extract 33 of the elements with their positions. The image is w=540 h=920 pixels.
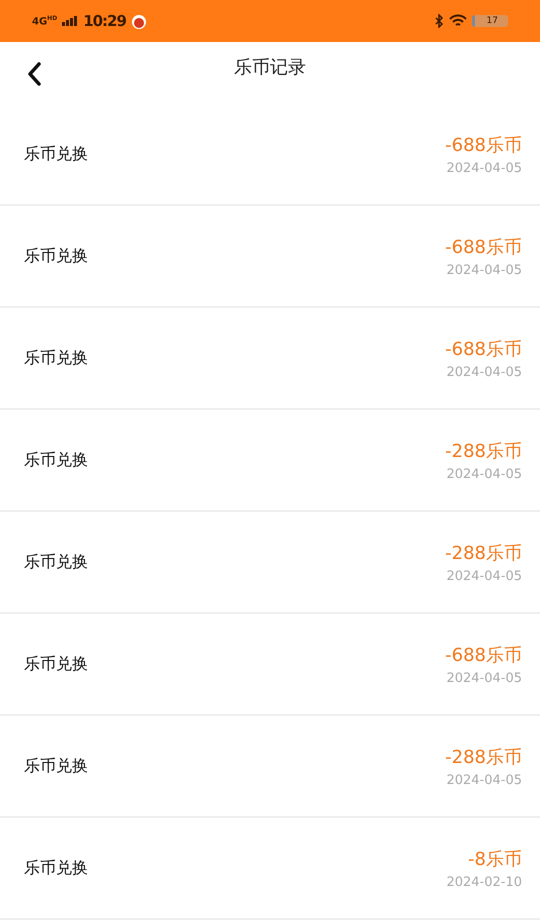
back-icon[interactable] [27,62,41,86]
record-date: 2024-04-05 [446,670,522,686]
record-label: 乐币兑换 [24,246,88,266]
record-date: 2024-04-05 [446,466,522,482]
record-amount: -688乐币 [445,236,522,258]
record-label: 乐币兑换 [24,450,88,470]
record-date: 2024-02-10 [446,874,522,890]
record-amount: -688乐币 [445,644,522,666]
record-amount: -8乐币 [468,848,522,870]
record-amount: -288乐币 [445,746,522,768]
record-label: 乐币兑换 [24,654,88,674]
wifi-icon [448,14,467,28]
record-amount: -688乐币 [445,134,522,156]
page-title: 乐币记录 [234,56,306,79]
record-amount: -288乐币 [445,440,522,462]
record-date: 2024-04-05 [446,772,522,788]
status-time: 10:29 [83,12,126,30]
signal-icon [62,16,78,26]
record-date: 2024-04-05 [446,160,522,176]
record-label: 乐币兑换 [24,858,88,878]
network-label: 4G$^{HD}$ [32,14,58,28]
record-date: 2024-04-05 [446,262,522,278]
record-label: 乐币兑换 [24,348,88,368]
record-amount: -688乐币 [445,338,522,360]
bluetooth-icon [434,14,444,28]
battery-indicator: 17 [472,15,508,27]
record-label: 乐币兑换 [24,552,88,572]
record-label: 乐币兑换 [24,756,88,776]
app-notification-icon [130,13,147,29]
record-label: 乐币兑换 [24,144,88,164]
record-amount: -288乐币 [445,542,522,564]
record-date: 2024-04-05 [446,364,522,380]
record-date: 2024-04-05 [446,568,522,584]
